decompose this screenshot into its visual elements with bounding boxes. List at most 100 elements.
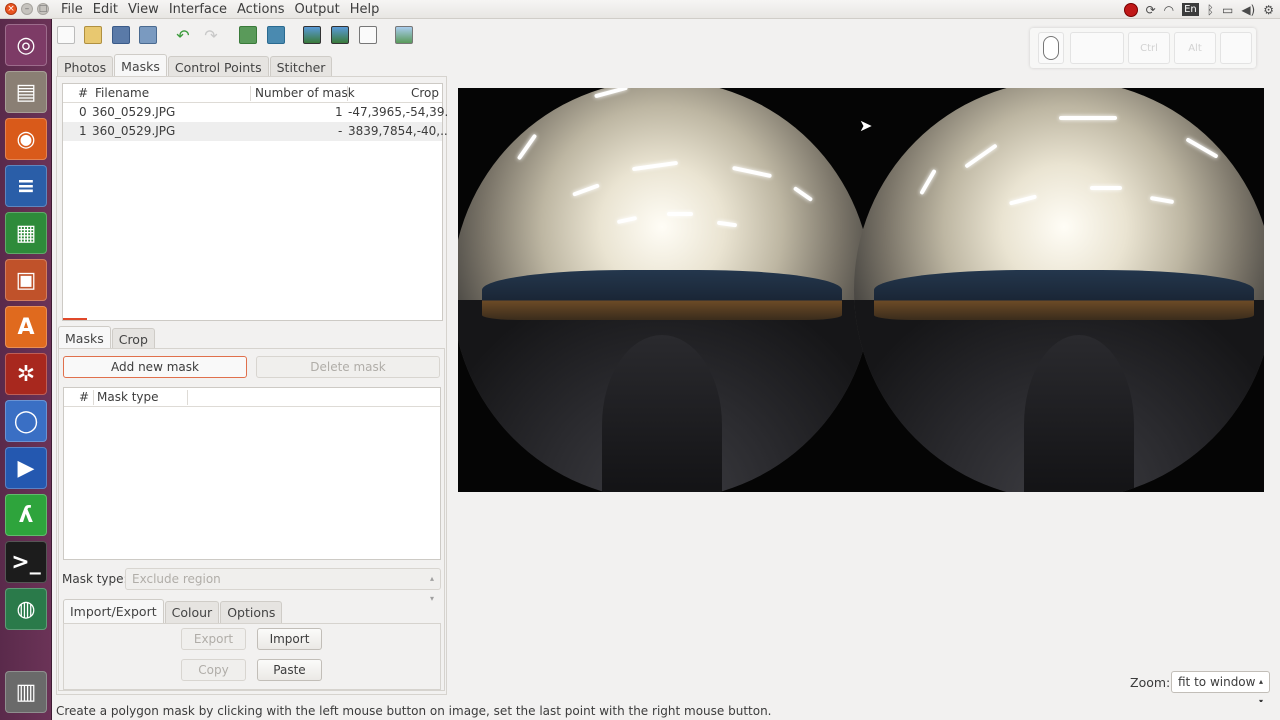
- zoom-label: Zoom:: [1130, 675, 1171, 690]
- mask-sub-tabs: Masks Crop: [58, 326, 156, 350]
- tab-colour[interactable]: Colour: [164, 601, 220, 623]
- export-button[interactable]: Export: [181, 628, 246, 650]
- ctrl-key: Ctrl: [1128, 32, 1170, 64]
- tab-control-points[interactable]: Control Points: [167, 56, 269, 78]
- row-mask-count: -: [338, 124, 343, 138]
- list-scroll-indicator: [63, 318, 87, 320]
- tab-import-export[interactable]: Import/Export: [63, 599, 164, 623]
- row-filename: 360_0529.JPG: [92, 124, 176, 138]
- blank-key: [1070, 32, 1124, 64]
- fisheye-image-right: [854, 88, 1264, 492]
- wifi-icon[interactable]: ◠: [1164, 3, 1174, 17]
- zoom-select[interactable]: fit to window ▴▾: [1171, 671, 1270, 706]
- fisheye-image-left: [458, 88, 872, 492]
- maximize-window-icon[interactable]: □: [37, 3, 49, 15]
- settings-gear-icon[interactable]: ⚙: [1263, 3, 1274, 17]
- control-points-table-icon[interactable]: [359, 26, 377, 44]
- undo-icon[interactable]: ↶: [174, 26, 192, 45]
- mouse-pointer-icon: ➤: [859, 116, 873, 135]
- files-icon[interactable]: ▤: [5, 71, 47, 113]
- menu-edit[interactable]: Edit: [88, 0, 123, 19]
- col-mask-type-header[interactable]: Mask type: [97, 388, 159, 407]
- tab-options[interactable]: Options: [220, 601, 283, 623]
- sync-icon[interactable]: ⟳: [1146, 3, 1156, 17]
- redo-icon[interactable]: ↷: [202, 26, 220, 45]
- add-images-icon[interactable]: [239, 26, 257, 44]
- tab-crop[interactable]: Crop: [111, 328, 155, 350]
- tab-masks-sub[interactable]: Masks: [58, 326, 111, 350]
- save-project-icon[interactable]: [112, 26, 130, 44]
- mask-editor-image[interactable]: [458, 88, 1264, 492]
- save-as-icon[interactable]: [139, 26, 157, 44]
- copy-button[interactable]: Copy: [181, 659, 246, 681]
- volume-icon[interactable]: ◀): [1241, 3, 1255, 17]
- col-masks-header[interactable]: Number of mask: [255, 84, 355, 103]
- col-mask-index-header[interactable]: #: [79, 388, 89, 407]
- mouse-icon: [1038, 32, 1064, 64]
- launcher: ◎ ▤ ◉ ≡ ▦ ▣ A ✲ ◯ ▶ ʎ >_ ◍ ▥: [0, 19, 52, 720]
- zoom-value: fit to window: [1178, 675, 1256, 689]
- software-center-icon[interactable]: A: [5, 306, 47, 348]
- image-list[interactable]: # Filename Number of mask Crop 0 360_052…: [62, 83, 456, 321]
- impress-icon[interactable]: ▣: [5, 259, 47, 301]
- paste-button[interactable]: Paste: [257, 659, 322, 681]
- image-list-header: # Filename Number of mask Crop: [63, 84, 442, 103]
- battery-icon[interactable]: ▭: [1222, 3, 1233, 17]
- menu-interface[interactable]: Interface: [164, 0, 232, 19]
- new-project-icon[interactable]: [57, 26, 75, 44]
- menu-help[interactable]: Help: [345, 0, 385, 19]
- row-filename: 360_0529.JPG: [92, 105, 176, 119]
- bluetooth-icon[interactable]: ᛒ: [1207, 3, 1214, 17]
- mask-type-select[interactable]: Exclude region ▴ ▾: [125, 568, 441, 603]
- row-index: 1: [79, 124, 87, 138]
- keyboard-layout-indicator[interactable]: En: [1182, 3, 1199, 16]
- system-tray: ⟳ ◠ En ᛒ ▭ ◀) ⚙: [1123, 0, 1274, 19]
- stitch-icon[interactable]: [395, 26, 413, 44]
- close-window-icon[interactable]: ×: [5, 3, 17, 15]
- col-filename-header[interactable]: Filename: [95, 84, 149, 103]
- import-button[interactable]: Import: [257, 628, 322, 650]
- firefox-icon[interactable]: ◉: [5, 118, 47, 160]
- updown-arrow-icon: ▴▾: [429, 574, 434, 603]
- record-icon[interactable]: [1123, 2, 1138, 17]
- tab-photos[interactable]: Photos: [57, 56, 114, 78]
- table-row[interactable]: 1 360_0529.JPG - 3839,7854,-40,...: [63, 122, 452, 141]
- menu: File Edit View Interface Actions Output …: [56, 0, 384, 19]
- mask-list[interactable]: # Mask type: [63, 387, 441, 560]
- trash-icon[interactable]: ▥: [5, 671, 47, 713]
- mask-list-header: # Mask type: [64, 388, 440, 407]
- column-divider[interactable]: [250, 86, 251, 101]
- add-new-mask-button[interactable]: Add new mask: [63, 356, 247, 378]
- terminal-icon[interactable]: >_: [5, 541, 47, 583]
- tab-stitcher[interactable]: Stitcher: [269, 56, 333, 78]
- hugin-icon[interactable]: ʎ: [5, 494, 47, 536]
- menu-output[interactable]: Output: [290, 0, 345, 19]
- open-project-icon[interactable]: [84, 26, 102, 44]
- menu-file[interactable]: File: [56, 0, 88, 19]
- preview-panorama-icon[interactable]: [303, 26, 321, 44]
- column-divider[interactable]: [347, 86, 348, 101]
- minimize-window-icon[interactable]: –: [21, 3, 33, 15]
- main-tabs: Photos Masks Control Points Stitcher: [57, 54, 333, 78]
- add-time-series-icon[interactable]: [267, 26, 285, 44]
- tab-masks[interactable]: Masks: [114, 54, 167, 78]
- panorama-viewer-icon[interactable]: ◍: [5, 588, 47, 630]
- col-index-header[interactable]: #: [78, 84, 88, 103]
- chromium-icon[interactable]: ◯: [5, 400, 47, 442]
- column-divider[interactable]: [93, 390, 94, 405]
- ubuntu-dash-icon[interactable]: ◎: [5, 24, 47, 66]
- system-settings-icon[interactable]: ✲: [5, 353, 47, 395]
- col-crop-header[interactable]: Crop: [411, 84, 439, 103]
- delete-mask-button[interactable]: Delete mask: [256, 356, 440, 378]
- menu-actions[interactable]: Actions: [232, 0, 290, 19]
- mask-type-value: Exclude region: [132, 572, 221, 586]
- writer-icon[interactable]: ≡: [5, 165, 47, 207]
- column-divider[interactable]: [187, 390, 188, 405]
- table-row[interactable]: 0 360_0529.JPG 1 -47,3965,-54,39...: [63, 103, 456, 122]
- menu-view[interactable]: View: [123, 0, 164, 19]
- fast-preview-icon[interactable]: [331, 26, 349, 44]
- media-player-icon[interactable]: ▶: [5, 447, 47, 489]
- row-crop: -47,3965,-54,39...: [348, 105, 456, 119]
- calc-icon[interactable]: ▦: [5, 212, 47, 254]
- row-mask-count: 1: [335, 105, 343, 119]
